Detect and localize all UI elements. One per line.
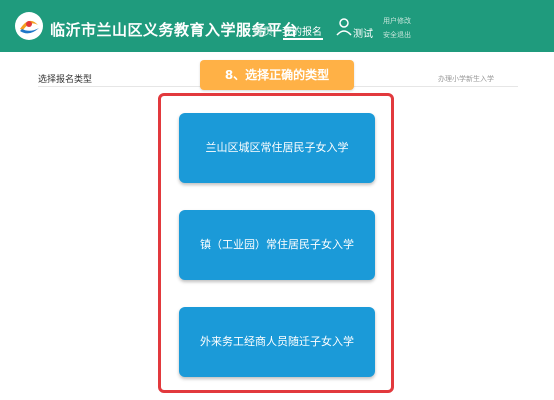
section-title: 选择报名类型	[38, 75, 93, 85]
user-icon	[336, 18, 352, 36]
header-bar: 临沂市兰山区义务教育入学服务平台 首页 我的报名 测试 用户修改 安全退出	[0, 0, 554, 52]
nav-my-registration[interactable]: 我的报名	[282, 23, 322, 38]
edit-profile-link[interactable]: 用户修改	[383, 16, 411, 26]
option-city-resident[interactable]: 兰山区城区常住居民子女入学	[179, 113, 375, 183]
enrollment-type-label: 办理小学新生入学	[438, 75, 494, 83]
nav-home[interactable]: 首页	[253, 23, 273, 38]
user-name: 测试	[353, 29, 373, 40]
step-annotation-badge: 8、选择正确的类型	[200, 60, 354, 90]
logout-link[interactable]: 安全退出	[383, 30, 411, 40]
option-town-resident[interactable]: 镇（工业园）常住居民子女入学	[179, 210, 375, 280]
logo-icon	[15, 12, 43, 40]
nav-active-indicator	[283, 38, 323, 40]
option-migrant-worker[interactable]: 外来务工经商人员随迁子女入学	[179, 307, 375, 377]
